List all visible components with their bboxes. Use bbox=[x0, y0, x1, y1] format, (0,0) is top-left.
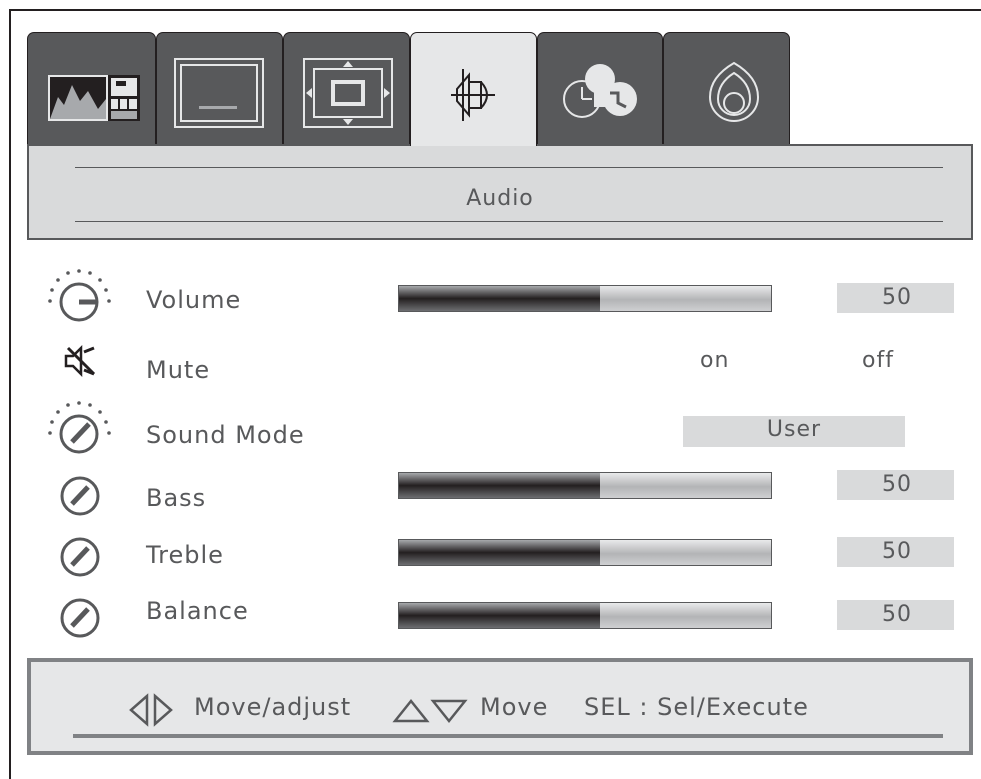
help-bar: Move/adjust Move SEL : Sel/Execute bbox=[27, 658, 973, 755]
treble-slider-fill bbox=[399, 540, 600, 565]
bass-slider-fill bbox=[399, 473, 600, 498]
left-right-arrows-icon bbox=[129, 693, 173, 727]
balance-slider[interactable] bbox=[398, 602, 772, 629]
mute-speaker-icon bbox=[64, 344, 96, 378]
page-title: Audio bbox=[466, 186, 534, 211]
knob-icon bbox=[60, 598, 100, 638]
volume-slider-fill bbox=[399, 286, 600, 311]
treble-value: 50 bbox=[837, 537, 954, 567]
dial-icon bbox=[48, 401, 111, 454]
help-move: Move bbox=[480, 693, 549, 721]
sound-mode-label: Sound Mode bbox=[146, 421, 305, 449]
mute-label: Mute bbox=[146, 356, 211, 384]
mute-on-option[interactable]: on bbox=[700, 348, 729, 373]
volume-label: Volume bbox=[146, 286, 242, 314]
up-down-arrows-icon bbox=[392, 698, 468, 724]
volume-slider[interactable] bbox=[398, 285, 772, 312]
position-icon bbox=[303, 58, 393, 128]
balance-slider-fill bbox=[399, 603, 600, 628]
bass-value: 50 bbox=[837, 470, 954, 500]
header-bottom-rule bbox=[75, 221, 943, 222]
dial-icon bbox=[48, 269, 111, 322]
mute-off-option[interactable]: off bbox=[862, 348, 894, 373]
tab-picture-mode[interactable] bbox=[27, 32, 156, 144]
balance-value: 50 bbox=[837, 600, 954, 630]
tab-audio[interactable] bbox=[410, 32, 537, 146]
tab-advanced[interactable] bbox=[663, 32, 790, 144]
bass-label: Bass bbox=[146, 484, 207, 512]
sound-mode-select[interactable]: User bbox=[683, 416, 905, 447]
help-rule bbox=[73, 734, 943, 738]
tab-position[interactable] bbox=[283, 32, 410, 144]
section-header: Audio bbox=[27, 144, 973, 240]
knob-icon bbox=[60, 476, 100, 516]
volume-value: 50 bbox=[837, 283, 954, 313]
treble-label: Treble bbox=[146, 541, 224, 569]
tab-timer-setup[interactable] bbox=[537, 32, 663, 144]
header-top-rule bbox=[75, 167, 943, 168]
knob-icon bbox=[60, 537, 100, 577]
timer-lightbulb-icon bbox=[563, 64, 637, 118]
screen-icon bbox=[174, 58, 264, 128]
balance-label: Balance bbox=[146, 597, 249, 625]
tab-screen[interactable] bbox=[156, 32, 283, 144]
help-select: SEL : Sel/Execute bbox=[584, 693, 809, 721]
advanced-icon bbox=[708, 61, 760, 122]
picture-mode-icon bbox=[48, 75, 140, 121]
treble-slider[interactable] bbox=[398, 539, 772, 566]
help-move-adjust: Move/adjust bbox=[194, 693, 352, 721]
speaker-icon bbox=[451, 69, 495, 121]
bass-slider[interactable] bbox=[398, 472, 772, 499]
